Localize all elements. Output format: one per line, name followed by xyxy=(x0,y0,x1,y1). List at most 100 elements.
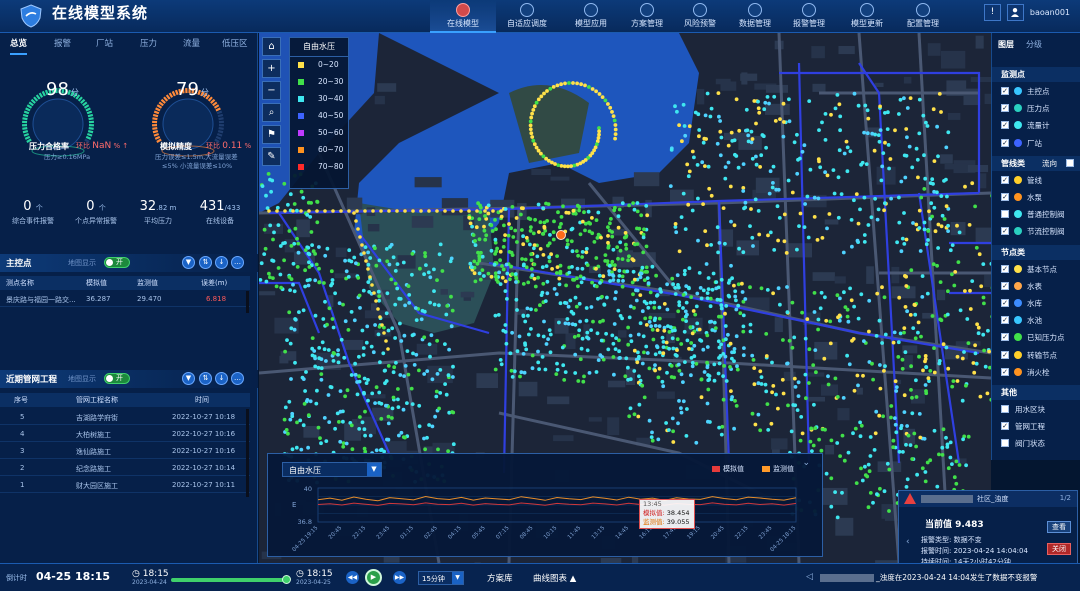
pressure-node[interactable] xyxy=(680,139,684,144)
pressure-node[interactable] xyxy=(681,317,685,322)
pressure-node[interactable] xyxy=(849,218,854,222)
pressure-node[interactable] xyxy=(845,307,850,312)
pressure-node[interactable] xyxy=(776,238,780,243)
pressure-node[interactable] xyxy=(905,106,910,110)
pressure-node[interactable] xyxy=(633,242,637,247)
pressure-node[interactable] xyxy=(598,353,603,357)
pressure-node[interactable] xyxy=(697,134,701,139)
pressure-node[interactable] xyxy=(512,369,517,374)
pressure-node[interactable] xyxy=(685,162,690,167)
pressure-node[interactable] xyxy=(598,281,602,285)
pressure-node[interactable] xyxy=(443,342,447,346)
pressure-node[interactable] xyxy=(911,221,915,225)
pressure-node[interactable] xyxy=(429,333,434,338)
pressure-node[interactable] xyxy=(896,355,901,359)
pressure-node[interactable] xyxy=(587,220,591,225)
pressure-node[interactable] xyxy=(840,490,844,495)
pressure-node[interactable] xyxy=(926,229,931,233)
pressure-node[interactable] xyxy=(614,290,618,295)
pressure-node[interactable] xyxy=(653,352,658,357)
pressure-node[interactable] xyxy=(968,307,973,311)
pressure-node[interactable] xyxy=(981,332,986,337)
pressure-node[interactable] xyxy=(920,274,925,278)
pressure-node[interactable] xyxy=(607,264,612,268)
pressure-node[interactable] xyxy=(526,313,530,318)
pressure-node[interactable] xyxy=(617,207,622,212)
pressure-node[interactable] xyxy=(536,275,540,280)
pressure-node[interactable] xyxy=(357,374,361,379)
pressure-node[interactable] xyxy=(483,214,487,218)
pressure-node[interactable] xyxy=(352,211,356,215)
pressure-node[interactable] xyxy=(893,416,897,420)
pressure-node[interactable] xyxy=(503,279,508,284)
pressure-node[interactable] xyxy=(657,350,662,355)
pressure-node[interactable] xyxy=(650,264,655,269)
pressure-node[interactable] xyxy=(286,431,290,436)
pressure-node[interactable] xyxy=(744,107,749,112)
pressure-node[interactable] xyxy=(941,342,946,347)
pressure-node[interactable] xyxy=(718,119,722,123)
pressure-node[interactable] xyxy=(979,284,984,289)
pressure-node[interactable] xyxy=(625,269,630,274)
pressure-node[interactable] xyxy=(289,377,293,381)
pressure-node[interactable] xyxy=(946,366,951,371)
pressure-node[interactable] xyxy=(313,364,318,369)
pressure-node[interactable] xyxy=(948,455,953,460)
pressure-node[interactable] xyxy=(514,280,518,284)
download-icon[interactable]: ↓ xyxy=(215,372,228,385)
pressure-node[interactable] xyxy=(823,138,828,142)
home-icon[interactable]: ⌂ xyxy=(262,37,281,56)
pressure-node[interactable] xyxy=(640,309,645,314)
pressure-node[interactable] xyxy=(767,191,772,196)
pressure-node[interactable] xyxy=(967,223,972,227)
pressure-node[interactable] xyxy=(693,312,698,317)
pressure-node[interactable] xyxy=(852,304,856,309)
pressure-node[interactable] xyxy=(669,364,674,368)
pressure-node[interactable] xyxy=(831,168,836,173)
pressure-node[interactable] xyxy=(972,370,977,375)
pressure-node[interactable] xyxy=(628,377,633,382)
alarm-marquee[interactable]: _浊度在2023-04-24 14:04发生了数据不变报警 xyxy=(876,572,1037,583)
pressure-node[interactable] xyxy=(894,430,899,435)
pressure-node[interactable] xyxy=(356,276,361,280)
pressure-node[interactable] xyxy=(620,257,625,261)
pressure-node[interactable] xyxy=(840,433,845,438)
pressure-node[interactable] xyxy=(881,151,886,155)
pressure-node[interactable] xyxy=(719,306,724,311)
pressure-node[interactable] xyxy=(368,433,373,438)
pressure-node[interactable] xyxy=(410,272,414,277)
pressure-node[interactable] xyxy=(903,175,908,180)
pressure-node[interactable] xyxy=(730,356,734,361)
pressure-node[interactable] xyxy=(655,293,659,298)
pressure-node[interactable] xyxy=(393,336,397,340)
pressure-node[interactable] xyxy=(946,466,951,471)
pressure-node[interactable] xyxy=(530,135,535,139)
pressure-node[interactable] xyxy=(837,148,842,153)
pressure-node[interactable] xyxy=(507,222,511,226)
pressure-node[interactable] xyxy=(473,243,478,248)
pressure-node[interactable] xyxy=(363,409,367,414)
pressure-node[interactable] xyxy=(865,131,870,136)
pressure-node[interactable] xyxy=(767,101,771,106)
pressure-node[interactable] xyxy=(712,320,717,325)
pressure-node[interactable] xyxy=(551,85,556,89)
pressure-node[interactable] xyxy=(472,259,477,264)
pressure-node[interactable] xyxy=(887,509,891,513)
pressure-node[interactable] xyxy=(889,415,893,420)
pressure-node[interactable] xyxy=(733,399,737,403)
pressure-node[interactable] xyxy=(644,204,649,208)
nav-item-0[interactable]: 在线模型 xyxy=(430,0,496,33)
pressure-node[interactable] xyxy=(799,415,804,419)
pressure-node[interactable] xyxy=(808,167,813,172)
layer-checkbox[interactable]: ✓ xyxy=(1001,367,1009,376)
pressure-node[interactable] xyxy=(390,416,394,420)
layer-checkbox[interactable]: ✓ xyxy=(1001,333,1009,342)
pressure-node[interactable] xyxy=(956,260,961,264)
pressure-node[interactable] xyxy=(976,331,981,336)
pressure-node[interactable] xyxy=(294,445,299,450)
pressure-node[interactable] xyxy=(894,389,899,393)
pressure-node[interactable] xyxy=(498,282,503,286)
pressure-node[interactable] xyxy=(341,302,345,307)
pressure-node[interactable] xyxy=(962,350,966,354)
pressure-node[interactable] xyxy=(575,276,579,281)
